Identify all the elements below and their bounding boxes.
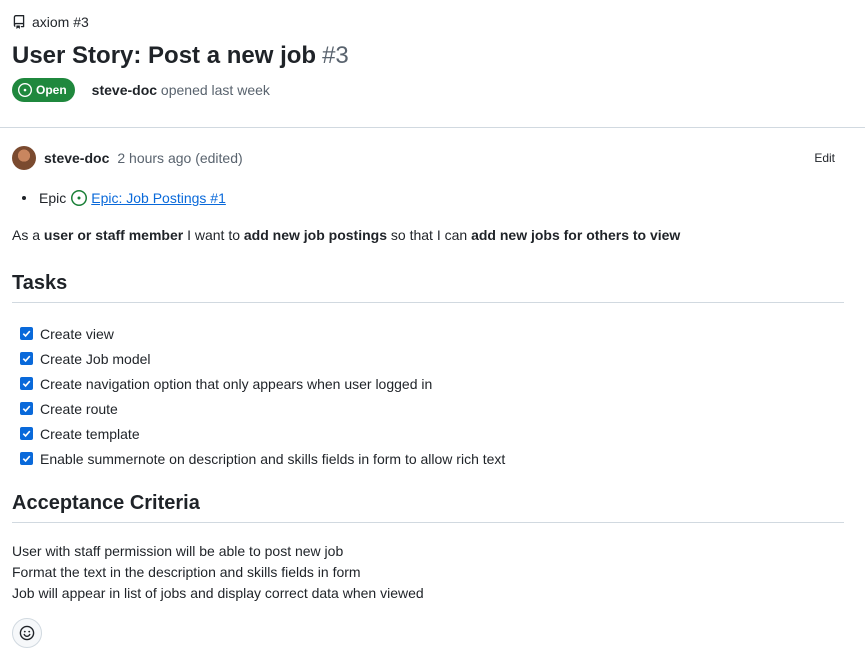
user-story: As a user or staff member I want to add … <box>12 227 680 243</box>
status-badge: Open <box>12 78 75 102</box>
check-icon <box>22 380 31 388</box>
issue-title-text: User Story: Post a new job <box>12 42 317 69</box>
task-checkbox[interactable] <box>20 402 33 415</box>
check-icon <box>22 330 31 338</box>
task-item: Create route <box>20 396 505 421</box>
epic-label: Epic <box>39 190 67 206</box>
header-divider <box>0 127 865 128</box>
smiley-icon <box>19 625 35 641</box>
task-item: Create Job model <box>20 346 505 371</box>
tasks-heading: Tasks <box>12 272 844 303</box>
task-label: Create template <box>40 425 140 442</box>
edit-button[interactable]: Edit <box>808 149 841 167</box>
repo-ref[interactable]: axiom #3 <box>32 14 89 30</box>
story-goal: add new job postings <box>243 227 388 243</box>
repo-breadcrumb[interactable]: axiom #3 <box>12 14 89 30</box>
check-icon <box>22 405 31 413</box>
task-list: Create view Create Job model Create navi… <box>20 321 505 471</box>
opened-by-link[interactable]: steve-doc <box>92 82 157 98</box>
task-item: Create template <box>20 421 505 446</box>
check-icon <box>22 455 31 463</box>
issue-open-icon <box>18 83 32 97</box>
task-checkbox[interactable] <box>20 427 33 440</box>
story-text-3: so that I can <box>387 227 472 243</box>
story-benefit: add new jobs for others to view <box>471 227 681 243</box>
comment-author[interactable]: steve-doc <box>44 150 109 166</box>
task-label: Create view <box>40 325 114 342</box>
task-item: Create view <box>20 321 505 346</box>
task-item: Enable summernote on description and ski… <box>20 446 505 471</box>
comment-header: steve-doc 2 hours ago (edited) Edit <box>12 146 841 170</box>
criteria-line: User with staff permission will be able … <box>12 543 344 559</box>
issue-meta: steve-doc opened last week <box>92 82 270 98</box>
criteria-line: Job will appear in list of jobs and disp… <box>12 585 424 601</box>
check-icon <box>22 430 31 438</box>
repo-icon <box>13 15 25 29</box>
issue-title: User Story: Post a new job #3 <box>12 40 349 72</box>
task-label: Create route <box>40 400 118 417</box>
task-label: Create navigation option that only appea… <box>40 375 433 392</box>
issue-open-icon <box>71 190 88 206</box>
task-item: Create navigation option that only appea… <box>20 371 505 396</box>
task-checkbox[interactable] <box>20 327 33 340</box>
task-label: Enable summernote on description and ski… <box>40 450 506 467</box>
issue-state-row: Open steve-doc opened last week <box>12 78 270 102</box>
issue-number: #3 <box>322 42 349 69</box>
acceptance-criteria: User with staff permission will be able … <box>12 541 424 604</box>
opened-when: opened last week <box>160 82 270 98</box>
task-checkbox[interactable] <box>20 352 33 365</box>
task-label: Create Job model <box>40 350 151 367</box>
bullet <box>22 196 26 200</box>
criteria-line: Format the text in the description and s… <box>12 564 361 580</box>
add-reaction-button[interactable] <box>12 618 42 648</box>
check-icon <box>22 355 31 363</box>
acceptance-criteria-heading: Acceptance Criteria <box>12 492 844 523</box>
status-label: Open <box>36 83 67 97</box>
epic-list-item: Epic Epic: Job Postings #1 <box>22 190 226 206</box>
epic-link[interactable]: Epic: Job Postings #1 <box>91 190 226 206</box>
story-text-2: I want to <box>183 227 244 243</box>
task-checkbox[interactable] <box>20 377 33 390</box>
avatar[interactable] <box>12 146 36 170</box>
comment-time[interactable]: 2 hours ago (edited) <box>117 150 242 166</box>
task-checkbox[interactable] <box>20 452 33 465</box>
story-text-1: As a <box>12 227 44 243</box>
story-role: user or staff member <box>43 227 184 243</box>
